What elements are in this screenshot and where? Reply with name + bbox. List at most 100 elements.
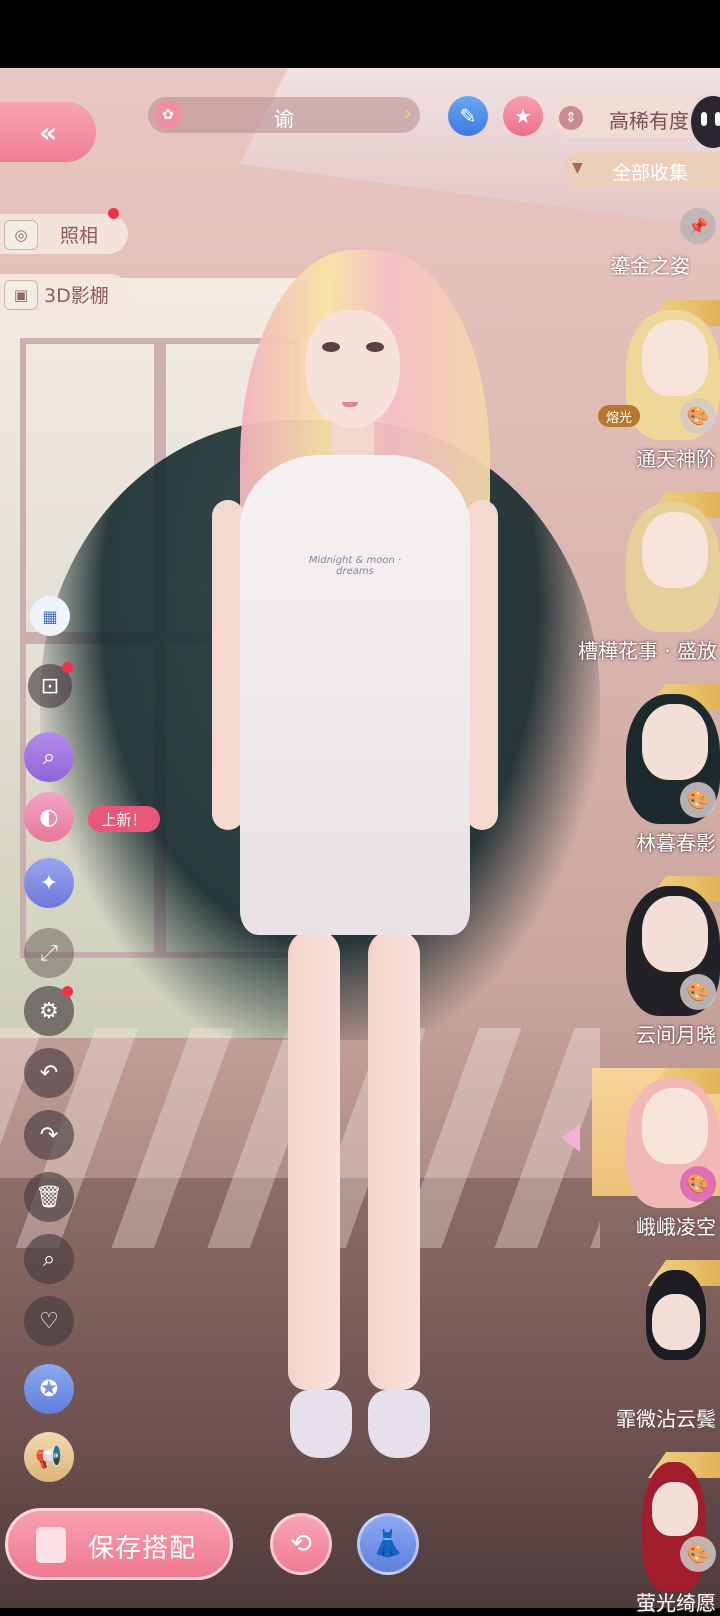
skylight-background xyxy=(240,68,720,228)
sort-icon: ⇕ xyxy=(559,106,583,130)
pin-icon: 📌 xyxy=(688,216,708,236)
edit-name-button[interactable]: ✎ xyxy=(448,96,488,136)
hair-thumbnail xyxy=(612,1270,720,1410)
magnifier-icon: ⌕ xyxy=(42,744,56,770)
mouth xyxy=(342,402,358,407)
hair-item-label: 通天神阶 xyxy=(636,447,716,471)
expand-button[interactable]: ⤢ xyxy=(24,928,74,978)
hair-item-label: 峨峨凌空 xyxy=(636,1215,716,1239)
garment-button[interactable]: 👗 xyxy=(357,1513,419,1575)
lock-icon: ⊡ xyxy=(40,673,60,699)
hair-item-label: 霏微沾云鬓 xyxy=(616,1407,716,1431)
search-outfit-button[interactable]: ⌕ xyxy=(24,732,74,782)
notification-dot xyxy=(62,662,73,673)
right-leg xyxy=(368,930,420,1390)
hair-item-card[interactable]: 槽樺花事 · 盛放 xyxy=(578,492,720,670)
pin-button[interactable]: 📌 xyxy=(680,208,716,244)
palette-icon[interactable]: 🎨 xyxy=(680,782,716,818)
avatar-eye xyxy=(715,112,720,126)
right-shoe xyxy=(368,1390,430,1458)
hair-item-label: 云间月晓 xyxy=(636,1023,716,1047)
photo-label: 照相 xyxy=(60,225,99,247)
notification-dot xyxy=(108,208,119,219)
hair-item-label: 槽樺花事 · 盛放 xyxy=(578,639,718,663)
save-label: 保存搭配 xyxy=(88,1534,197,1564)
category-filter-dropdown[interactable]: ▼ 全部收集 xyxy=(562,152,720,188)
left-leg xyxy=(288,930,340,1390)
partial-item-label: 鎏金之姿 xyxy=(610,254,690,278)
star-collection-button[interactable]: ✪ xyxy=(24,1364,74,1414)
camera-icon: ◎ xyxy=(4,220,38,250)
wardrobe-icon[interactable]: ▦ xyxy=(30,596,70,636)
face-preview xyxy=(642,320,708,396)
sparkle-star-icon: ✦ xyxy=(39,870,59,896)
hair-item-card[interactable]: 🎨 通天神阶 xyxy=(592,300,720,478)
star-icon: ★ xyxy=(514,104,532,128)
character-face xyxy=(305,310,400,428)
refresh-icon: ⟲ xyxy=(290,1529,312,1559)
face-preview xyxy=(642,512,708,588)
hair-item-label: 萤光绮愿 xyxy=(636,1591,716,1615)
right-arm xyxy=(466,500,498,830)
outfit-name-bar[interactable]: ✿ 谕 › xyxy=(148,97,420,133)
refresh-button[interactable]: ⟲ xyxy=(270,1513,332,1575)
face-preview xyxy=(652,1482,698,1536)
palette-icon[interactable]: 🎨 xyxy=(680,1166,716,1202)
hair-item-card[interactable]: 🎨 云间月晓 xyxy=(592,876,720,1054)
palette-icon[interactable]: 🎨 xyxy=(680,398,716,434)
search-icon: ⌕ xyxy=(42,1246,56,1272)
white-tshirt-dress xyxy=(240,455,470,935)
favorite-outfit-button[interactable]: ★ xyxy=(503,96,543,136)
face-preview xyxy=(642,896,708,972)
palette-icon: ◐ xyxy=(39,804,59,830)
gear-icon: ⚙ xyxy=(39,998,59,1024)
hair-item-card-selected[interactable]: 🎨 峨峨凌空 xyxy=(592,1068,720,1246)
sort-label: 高稀有度 xyxy=(609,109,689,133)
back-button[interactable]: « xyxy=(0,102,96,162)
notification-dot xyxy=(62,986,73,997)
pen-icon: ✎ xyxy=(459,104,477,128)
star-badge-icon: ✪ xyxy=(39,1376,59,1402)
box-3d-icon: ▣ xyxy=(4,280,38,310)
double-chevron-left-icon: « xyxy=(38,115,58,149)
search-button[interactable]: ⌕ xyxy=(24,1234,74,1284)
save-outfit-button[interactable]: 保存搭配 xyxy=(5,1508,233,1580)
undo-button[interactable]: ↶ xyxy=(24,1048,74,1098)
left-eye xyxy=(322,342,340,352)
palette-icon[interactable]: 🎨 xyxy=(680,1536,716,1572)
triangle-down-icon: ▼ xyxy=(572,160,583,176)
studio-label: 3D影棚 xyxy=(44,285,109,307)
outfit-name: 谕 xyxy=(274,107,294,131)
hair-item-card[interactable]: 🎨 林暮春影 xyxy=(592,684,720,862)
avatar-eye xyxy=(701,112,707,126)
dress-icon: 👗 xyxy=(371,1529,405,1559)
3d-studio-button[interactable]: ▣ 3D影棚 xyxy=(0,274,130,314)
chevron-right-icon: › xyxy=(404,101,412,125)
new-badge: 上新！ xyxy=(88,806,160,832)
announcement-button[interactable]: 📢 xyxy=(24,1432,74,1482)
expand-icon: ⤢ xyxy=(40,940,58,966)
effects-button[interactable]: ✦ xyxy=(24,858,74,908)
face-preview xyxy=(652,1294,700,1350)
heart-icon: ♡ xyxy=(39,1308,59,1334)
hair-thumbnail xyxy=(612,502,720,642)
glow-badge: 熔光 xyxy=(598,405,640,427)
redo-icon: ↷ xyxy=(39,1122,59,1148)
category-label: 全部收集 xyxy=(612,162,689,184)
photo-button[interactable]: ◎ 照相 xyxy=(0,208,128,254)
hair-item-card[interactable]: 🎨 萤光绮愿 xyxy=(592,1452,720,1615)
hair-item-card[interactable]: 霏微沾云鬓 xyxy=(592,1260,720,1438)
delete-button[interactable]: 🗑 xyxy=(24,1172,74,1222)
hair-thumbnail xyxy=(612,1462,720,1602)
redo-button[interactable]: ↷ xyxy=(24,1110,74,1160)
right-eye xyxy=(366,342,384,352)
dye-button[interactable]: ◐ xyxy=(24,792,74,842)
hair-item-label: 林暮春影 xyxy=(636,831,716,855)
undo-icon: ↶ xyxy=(39,1060,59,1086)
outfit-card-icon xyxy=(36,1527,66,1563)
face-preview xyxy=(642,704,708,780)
trash-icon: 🗑 xyxy=(35,1184,63,1210)
like-button[interactable]: ♡ xyxy=(24,1296,74,1346)
face-preview xyxy=(642,1088,708,1164)
palette-icon[interactable]: 🎨 xyxy=(680,974,716,1010)
